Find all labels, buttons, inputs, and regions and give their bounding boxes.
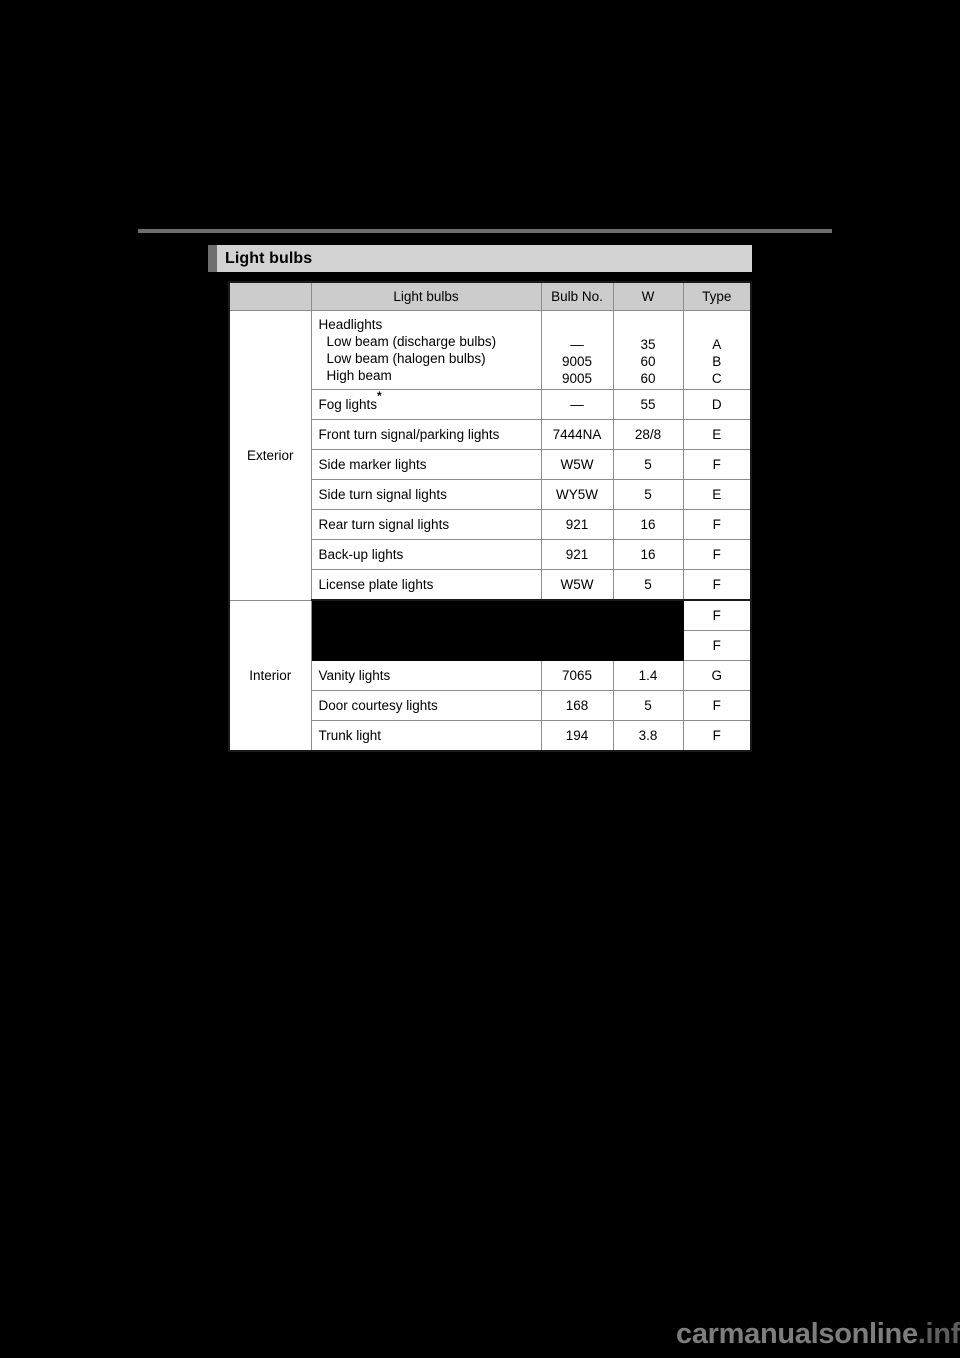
bulbno-high-beam: 9005 [561, 371, 593, 386]
column-header-category [228, 281, 312, 311]
row-watt-fog-lights: 55 [612, 389, 684, 420]
site-watermark: carmanualsonline.info [676, 1318, 960, 1351]
section-title-fill: Light bulbs [217, 245, 752, 272]
type-high-beam: C [711, 371, 722, 386]
column-header-bulb-no: Bulb No. [540, 281, 614, 311]
category-label-interior: Interior [228, 599, 312, 752]
row-bulbno-side-turn-signal: WY5W [540, 479, 614, 510]
page-title: Light bulbs [225, 249, 313, 267]
row-name-redacted-1 [310, 599, 542, 631]
row-bulbno-vanity-lights: 7065 [540, 660, 614, 691]
column-header-light-bulbs: Light bulbs [310, 281, 542, 311]
table-body: Exterior Headlights Low beam (discharge … [228, 310, 752, 752]
watt-high-beam: 60 [640, 371, 656, 386]
row-watt-license-plate: 5 [612, 569, 684, 601]
row-name-back-up-lights: Back-up lights [310, 539, 542, 570]
type-low-discharge: A [712, 337, 722, 352]
row-type-redacted-2: F [682, 630, 752, 661]
row-type-redacted-1: F [682, 599, 752, 631]
row-type-door-courtesy: F [682, 690, 752, 721]
fog-lights-label: Fog lights [318, 397, 378, 412]
row-name-vanity-lights: Vanity lights [310, 660, 542, 691]
row-watt-trunk-light: 3.8 [612, 720, 684, 752]
row-watt-vanity-lights: 1.4 [612, 660, 684, 691]
row-bulbno-headlights: — 9005 9005 [540, 310, 614, 390]
watt-low-halogen: 60 [640, 354, 656, 369]
headlights-low-discharge: Low beam (discharge bulbs) [326, 334, 497, 349]
row-watt-rear-turn-signal: 16 [612, 509, 684, 540]
row-watt-headlights: 35 60 60 [612, 310, 684, 390]
row-type-rear-turn-signal: F [682, 509, 752, 540]
footnote-asterisk: * [377, 388, 382, 403]
headlights-low-halogen: Low beam (halogen bulbs) [326, 351, 486, 366]
row-name-headlights: Headlights Low beam (discharge bulbs) Lo… [310, 310, 542, 390]
row-name-front-turn-signal: Front turn signal/parking lights [310, 419, 542, 450]
table-header-row: Light bulbs Bulb No. W Type [228, 281, 752, 311]
row-type-trunk-light: F [682, 720, 752, 752]
section-title-bar: Light bulbs [208, 245, 752, 272]
watermark-suffix: .info [917, 1318, 960, 1350]
row-name-fog-lights: Fog lights* [310, 388, 542, 420]
row-type-front-turn-signal: E [682, 419, 752, 450]
row-watt-side-marker: 5 [612, 449, 684, 480]
headlights-title: Headlights [318, 317, 383, 332]
row-name-door-courtesy: Door courtesy lights [310, 690, 542, 721]
row-bulbno-front-turn-signal: 7444NA [540, 419, 614, 450]
row-watt-back-up-lights: 16 [612, 539, 684, 570]
row-type-license-plate: F [682, 569, 752, 601]
row-type-fog-lights: D [682, 389, 752, 420]
watt-low-discharge: 35 [640, 337, 656, 352]
type-low-halogen: B [712, 354, 722, 369]
row-bulbno-fog-lights: — [540, 389, 614, 420]
column-header-type: Type [682, 281, 752, 311]
row-name-side-marker: Side marker lights [310, 449, 542, 480]
table-row: Exterior Headlights Low beam (discharge … [228, 310, 752, 601]
row-bulbno-trunk-light: 194 [540, 720, 614, 752]
light-bulbs-table: Light bulbs Bulb No. W Type Exterior Hea… [228, 281, 752, 752]
page-top-rule [138, 229, 832, 233]
row-type-vanity-lights: G [682, 660, 752, 691]
column-header-w: W [612, 281, 684, 311]
row-bulbno-license-plate: W5W [540, 569, 614, 601]
row-watt-redacted-1 [612, 599, 684, 631]
row-type-headlights: A B C [682, 310, 752, 390]
row-watt-door-courtesy: 5 [612, 690, 684, 721]
row-bulbno-redacted-2 [540, 630, 614, 661]
category-label-exterior: Exterior [228, 310, 312, 601]
row-name-license-plate: License plate lights [310, 569, 542, 601]
table-header: Light bulbs Bulb No. W Type [228, 281, 752, 311]
row-name-trunk-light: Trunk light [310, 720, 542, 752]
row-bulbno-redacted-1 [540, 599, 614, 631]
bulbno-low-discharge: — [570, 337, 584, 352]
row-bulbno-rear-turn-signal: 921 [540, 509, 614, 540]
row-bulbno-side-marker: W5W [540, 449, 614, 480]
row-watt-front-turn-signal: 28/8 [612, 419, 684, 450]
row-type-back-up-lights: F [682, 539, 752, 570]
row-name-redacted-2 [310, 630, 542, 661]
row-name-rear-turn-signal: Rear turn signal lights [310, 509, 542, 540]
row-bulbno-back-up-lights: 921 [540, 539, 614, 570]
row-watt-redacted-2 [612, 630, 684, 661]
row-name-side-turn-signal: Side turn signal lights [310, 479, 542, 510]
row-watt-side-turn-signal: 5 [612, 479, 684, 510]
watermark-primary: carmanualsonline [676, 1318, 918, 1350]
table-row: Interior F [228, 599, 752, 752]
section-title-accent [208, 245, 217, 272]
row-type-side-turn-signal: E [682, 479, 752, 510]
row-type-side-marker: F [682, 449, 752, 480]
row-bulbno-door-courtesy: 168 [540, 690, 614, 721]
bulbno-low-halogen: 9005 [561, 354, 593, 369]
headlights-high-beam: High beam [326, 368, 392, 383]
